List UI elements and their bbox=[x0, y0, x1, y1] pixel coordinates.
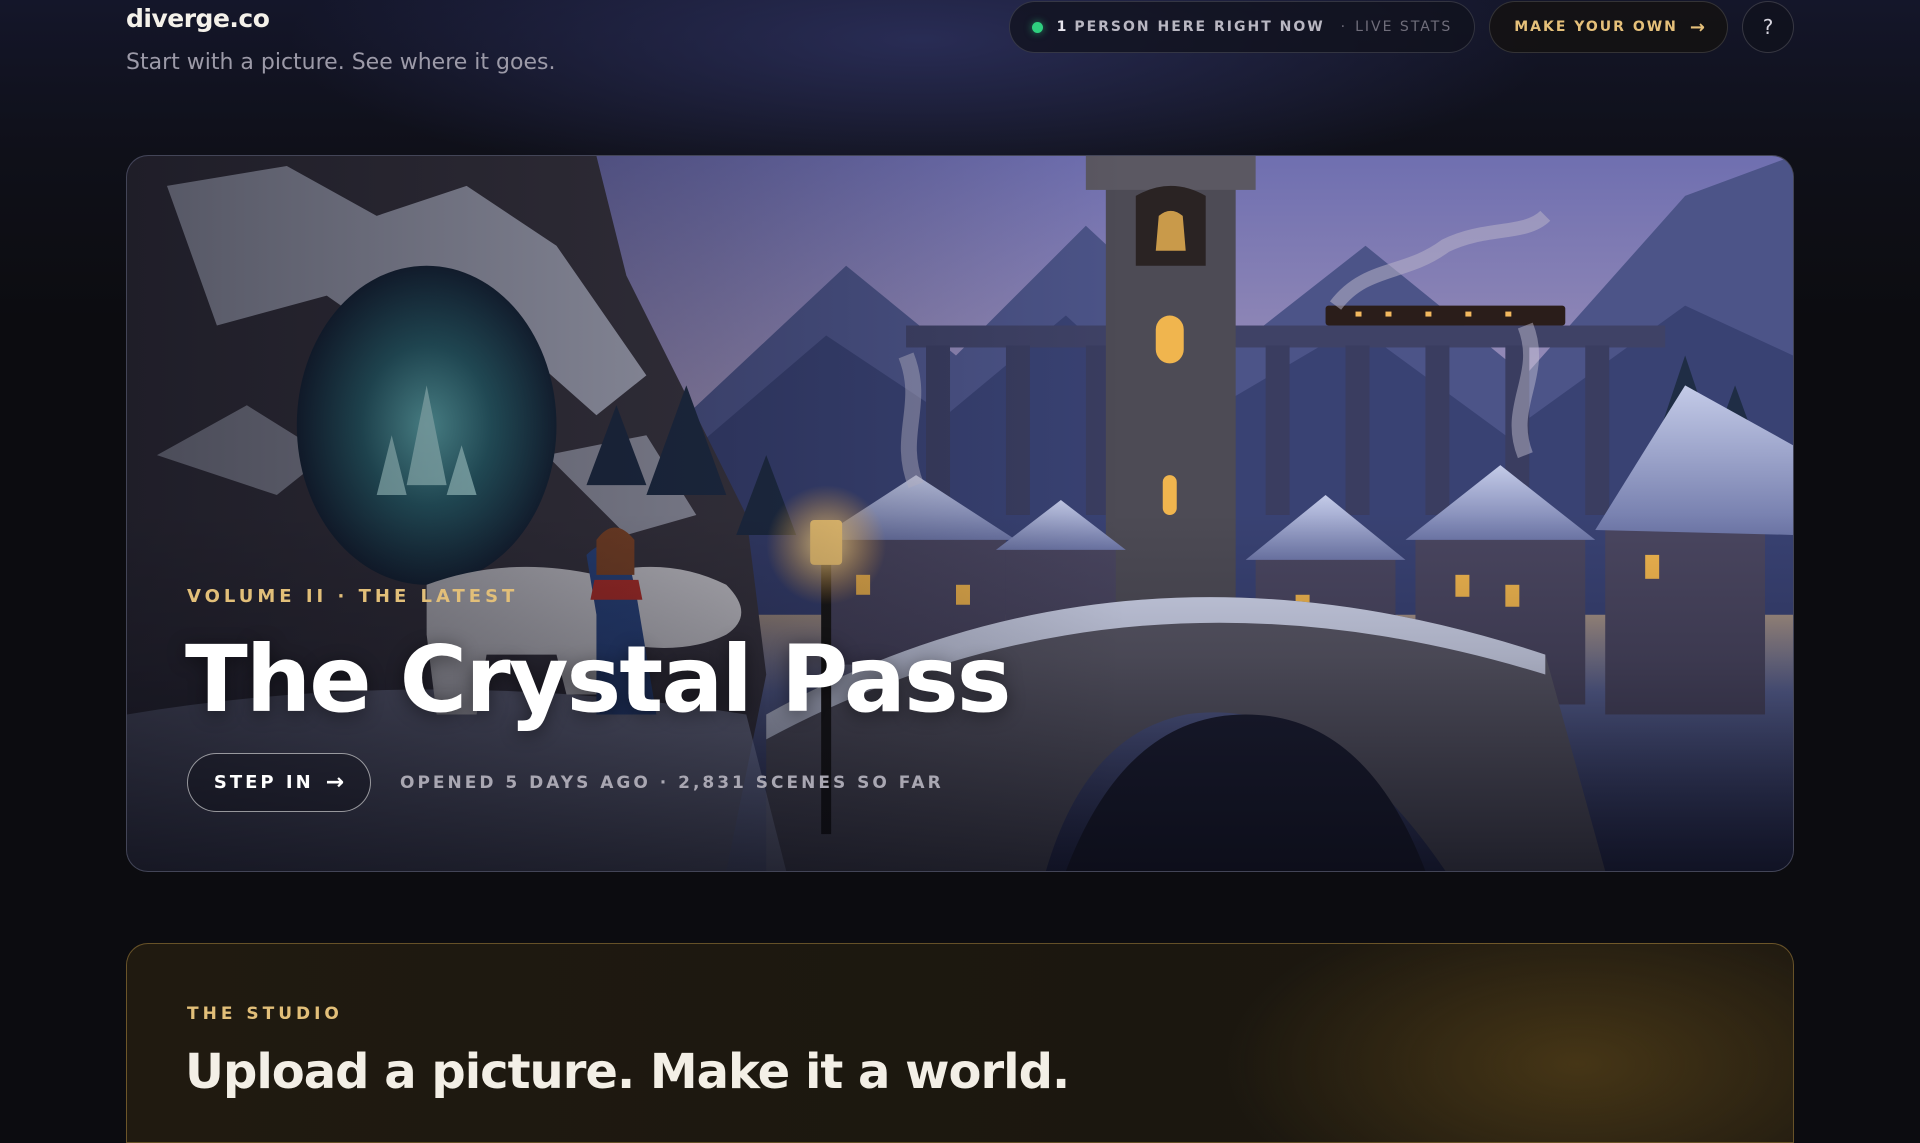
hero-title: The Crystal Pass bbox=[185, 626, 1011, 733]
studio-card: THE STUDIO Upload a picture. Make it a w… bbox=[126, 943, 1794, 1143]
help-button[interactable]: ? bbox=[1742, 1, 1794, 53]
studio-eyebrow: THE STUDIO bbox=[187, 1004, 343, 1024]
live-person-count: 1 bbox=[1056, 19, 1069, 35]
studio-title: Upload a picture. Make it a world. bbox=[185, 1044, 1070, 1100]
arrow-right-icon: → bbox=[325, 770, 345, 795]
make-your-own-button[interactable]: MAKE YOUR OWN → bbox=[1489, 1, 1728, 53]
live-separator: · bbox=[1340, 19, 1348, 35]
make-your-own-label: MAKE YOUR OWN bbox=[1514, 19, 1678, 35]
hero-eyebrow: VOLUME II · THE LATEST bbox=[187, 586, 519, 607]
arrow-right-icon: → bbox=[1689, 16, 1705, 38]
live-status-dot-icon bbox=[1031, 21, 1043, 33]
live-stats-link[interactable]: LIVE STATS bbox=[1355, 19, 1452, 35]
step-in-label: STEP IN bbox=[213, 772, 314, 793]
live-person-label: PERSON HERE RIGHT NOW bbox=[1074, 19, 1325, 35]
live-presence-pill[interactable]: 1 PERSON HERE RIGHT NOW · LIVE STATS bbox=[1008, 1, 1476, 53]
hero-gradient-overlay bbox=[127, 156, 1793, 871]
featured-world-card[interactable]: VOLUME II · THE LATEST The Crystal Pass … bbox=[126, 155, 1794, 872]
site-tagline: Start with a picture. See where it goes. bbox=[126, 50, 556, 75]
site-logo[interactable]: diverge.co bbox=[126, 4, 270, 33]
header-actions: 1 PERSON HERE RIGHT NOW · LIVE STATS MAK… bbox=[1008, 1, 1794, 53]
hero-meta: OPENED 5 DAYS AGO · 2,831 SCENES SO FAR bbox=[400, 773, 944, 793]
step-in-button[interactable]: STEP IN → bbox=[187, 753, 371, 812]
